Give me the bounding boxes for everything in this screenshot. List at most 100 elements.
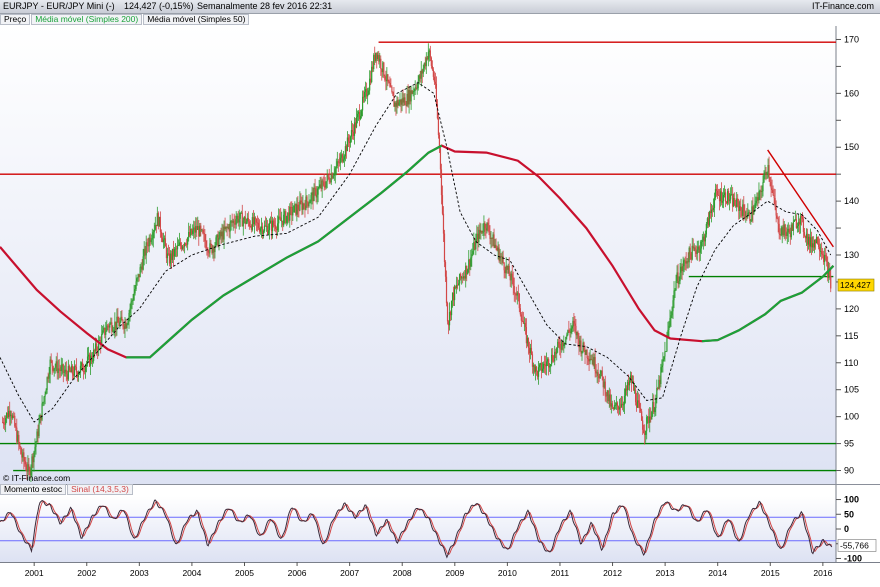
candle-body	[229, 222, 231, 232]
candle-body	[717, 195, 720, 196]
candle-body	[816, 237, 819, 244]
candle-body	[233, 220, 235, 224]
candle-body	[513, 286, 515, 294]
candle-body	[679, 272, 681, 282]
candle-body	[102, 330, 104, 334]
candle-body	[628, 380, 631, 386]
candle-body	[684, 260, 686, 262]
candle-body	[286, 215, 288, 223]
candle-body	[768, 165, 770, 178]
candle-body	[388, 81, 390, 83]
candle-body	[654, 408, 656, 413]
candle-body	[663, 356, 665, 360]
candle-body	[38, 423, 40, 437]
candle-body	[113, 329, 115, 332]
candle-body	[42, 402, 44, 404]
candle-body	[218, 237, 220, 247]
candle-body	[18, 434, 20, 444]
candle-body	[247, 217, 249, 222]
candle-body	[744, 211, 746, 218]
candle-body	[716, 190, 719, 196]
candle-body	[242, 220, 244, 227]
candle-body	[63, 371, 65, 373]
candle-body	[235, 219, 237, 225]
candle-body	[41, 403, 43, 420]
candle-body	[34, 446, 36, 452]
x-tick-label: 2014	[708, 568, 727, 578]
price-chart[interactable]: 90 95 100 105 110 115 120 130 140 150 160 170 100 50 0…	[0, 0, 880, 587]
candle-body	[830, 275, 832, 289]
candle-body	[380, 58, 382, 69]
y-tick-label: 170	[844, 34, 859, 44]
candle-body	[204, 234, 206, 242]
candle-body	[317, 188, 319, 195]
candle-body	[309, 201, 311, 204]
candle-body	[43, 396, 45, 403]
candle-body	[634, 389, 637, 403]
candle-body	[821, 250, 823, 255]
candle-body	[355, 117, 358, 128]
candle-body	[705, 223, 707, 235]
candle-body	[672, 300, 674, 312]
candle-body	[696, 249, 698, 254]
candle-body	[289, 206, 291, 221]
candle-body	[202, 229, 204, 234]
x-tick-label: 2002	[77, 568, 96, 578]
candle-body	[713, 197, 716, 208]
candle-body	[79, 365, 82, 373]
candle-body	[571, 326, 573, 329]
candle-body	[132, 299, 134, 301]
candle-body	[267, 230, 270, 234]
candle-body	[24, 461, 26, 465]
candle-body	[470, 257, 472, 267]
candle-body	[45, 389, 47, 395]
candle-body	[343, 156, 345, 160]
candle-body	[511, 273, 513, 278]
candle-body	[777, 218, 779, 224]
candle-body	[775, 206, 777, 216]
legend-stoch[interactable]: Momento estoc	[0, 484, 67, 495]
candle-body	[48, 374, 50, 379]
candle-body	[109, 323, 111, 328]
candle-body	[604, 381, 606, 396]
candle-body	[127, 320, 129, 325]
candle-body	[780, 234, 782, 236]
candle-body	[708, 211, 711, 226]
candle-body	[206, 247, 208, 250]
candle-body	[292, 212, 294, 216]
candle-body	[205, 241, 207, 248]
stoch-y-tick-label: 50	[844, 509, 854, 519]
candle-body	[673, 290, 675, 301]
candle-body	[802, 218, 805, 232]
candle-body	[445, 276, 448, 304]
candle-body	[328, 177, 330, 182]
y-tick-label: 90	[844, 466, 854, 476]
candle-body	[822, 254, 824, 256]
candle-body	[565, 336, 567, 343]
x-tick-label: 2005	[235, 568, 254, 578]
x-tick-label: 2016	[813, 568, 832, 578]
candle-body	[162, 239, 164, 243]
candle-body	[552, 354, 554, 361]
candle-body	[524, 323, 526, 328]
candle-body	[801, 216, 804, 219]
candle-body	[327, 175, 329, 178]
candle-body	[105, 331, 107, 335]
x-tick-label: 2001	[25, 568, 44, 578]
price-panel-background	[0, 26, 836, 484]
candle-body	[111, 322, 113, 332]
candle-body	[546, 361, 548, 367]
candle-body	[92, 360, 94, 362]
candle-body	[278, 216, 280, 224]
candle-body	[427, 52, 429, 60]
candle-body	[750, 220, 752, 222]
y-tick-label: 105	[844, 385, 859, 395]
candle-body	[404, 97, 406, 106]
candle-body	[368, 90, 370, 95]
candle-body	[413, 91, 415, 92]
legend-stoch-signal[interactable]: Sinal (14,3,5,3)	[67, 484, 133, 495]
candle-body	[151, 238, 153, 240]
candle-body	[488, 225, 490, 233]
candle-body	[5, 418, 7, 425]
candle-body	[306, 196, 308, 203]
